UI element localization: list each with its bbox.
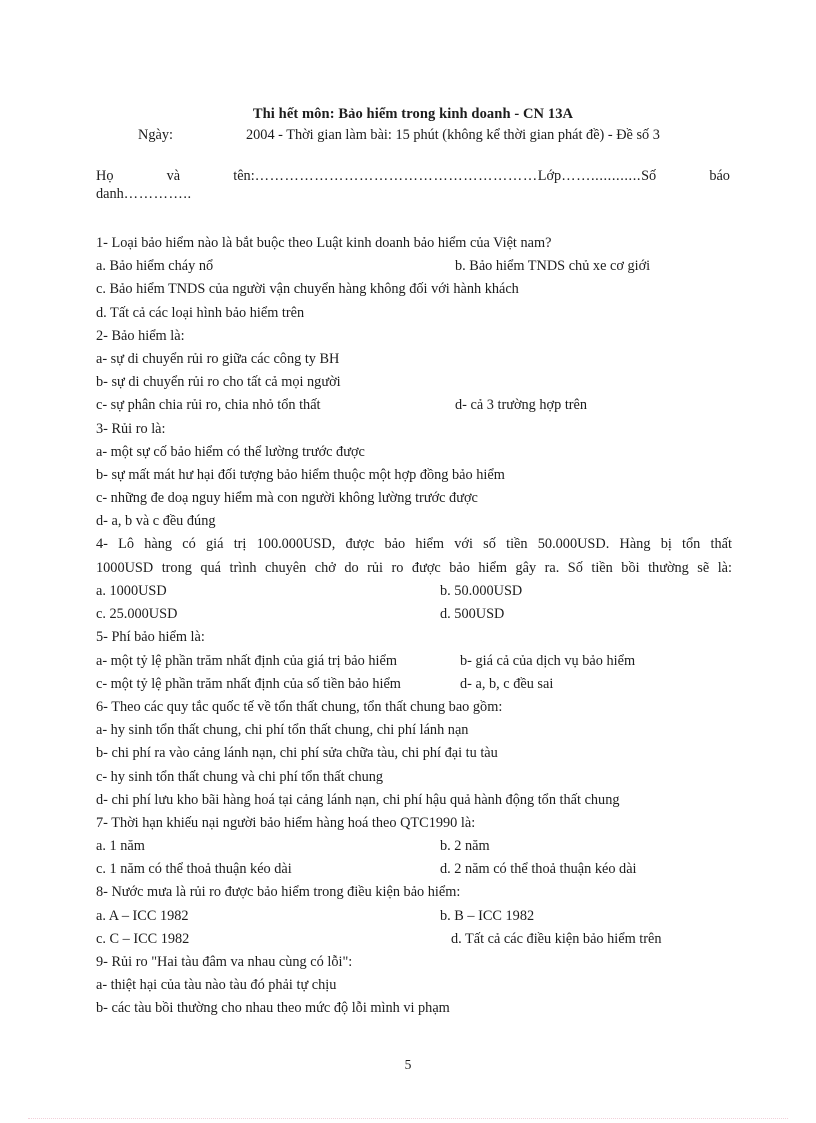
question-7-stem: 7- Thời hạn khiếu nại người bảo hiểm hàn… (96, 814, 476, 831)
question-6-row-1: a- hy sinh tổn thất chung, chi phí tổn t… (96, 719, 732, 742)
option-7b[interactable]: b. 2 năm (440, 835, 490, 858)
option-6a[interactable]: a- hy sinh tổn thất chung, chi phí tổn t… (96, 722, 468, 738)
option-4b[interactable]: b. 50.000USD (440, 580, 522, 603)
date-details: 2004 - Thời gian làm bài: 15 phút (không… (246, 127, 660, 143)
class-dot-leader: ……............ (561, 168, 642, 184)
question-7-row-2: c. 1 năm có thể thoả thuận kéo dài d. 2 … (96, 858, 732, 881)
question-6-row-4: d- chi phí lưu kho bãi hàng hoá tại cảng… (96, 789, 732, 812)
option-9a[interactable]: a- thiệt hại của tàu nào tàu đó phải tự … (96, 977, 336, 993)
question-4-stem-line-1: 4- Lô hàng có giá trị 100.000USD, được b… (96, 536, 732, 553)
question-9-row-1: a- thiệt hại của tàu nào tàu đó phải tự … (96, 974, 732, 997)
question-9-row-2: b- các tàu bồi thường cho nhau theo mức … (96, 997, 732, 1020)
option-6d[interactable]: d- chi phí lưu kho bãi hàng hoá tại cảng… (96, 792, 620, 808)
question-1-row-1: a. Bảo hiểm cháy nổ b. Bảo hiểm TNDS chủ… (96, 255, 732, 278)
exam-title: Thi hết môn: Bảo hiểm trong kinh doanh -… (252, 106, 574, 122)
question-3-row-4: d- a, b và c đều đúng (96, 510, 732, 533)
option-4d[interactable]: d. 500USD (440, 603, 504, 626)
question-2-row-3: c- sự phân chia rủi ro, chia nhỏ tổn thấ… (96, 394, 732, 417)
option-1b[interactable]: b. Bảo hiểm TNDS chủ xe cơ giới (455, 255, 650, 278)
so-label: Số (641, 168, 657, 184)
option-7c[interactable]: c. 1 năm có thể thoả thuận kéo dài (96, 861, 292, 877)
va-label: và (166, 168, 181, 184)
question-1-stem: 1- Loại bảo hiểm nào là bắt buộc theo Lu… (96, 235, 552, 251)
question-3-row-2: b- sự mất mát hư hại đối tượng bảo hiểm … (96, 464, 732, 487)
option-4c[interactable]: c. 25.000USD (96, 606, 177, 622)
option-5b[interactable]: b- giá cả của dịch vụ bảo hiểm (460, 650, 635, 673)
question-1-row-2: c. Bảo hiểm TNDS của người vận chuyển hà… (96, 278, 732, 301)
option-7a[interactable]: a. 1 năm (96, 838, 145, 854)
name-field[interactable]: tên:…………………………………………………Lớp……............… (233, 168, 656, 185)
option-5a[interactable]: a- một tỷ lệ phần trăm nhất định của giá… (96, 653, 397, 669)
option-8a[interactable]: a. A – ICC 1982 (96, 908, 189, 924)
question-4-row-2: c. 25.000USD d. 500USD (96, 603, 732, 626)
option-9b[interactable]: b- các tàu bồi thường cho nhau theo mức … (96, 1000, 450, 1016)
question-8-stem: 8- Nước mưa là rủi ro được bảo hiểm tron… (96, 884, 461, 901)
option-4a[interactable]: a. 1000USD (96, 583, 167, 599)
lop-label: Lớp (537, 168, 562, 184)
option-3b[interactable]: b- sự mất mát hư hại đối tượng bảo hiểm … (96, 467, 505, 483)
question-8-row-2: c. C – ICC 1982 d. Tất cả các điều kiện … (96, 928, 732, 951)
question-2-row-1: a- sự di chuyển rủi ro giữa các công ty … (96, 348, 732, 371)
question-6-stem: 6- Theo các quy tắc quốc tế về tổn thất … (96, 698, 503, 715)
page-number: 5 (404, 1057, 412, 1072)
exam-header: Thi hết môn: Bảo hiểm trong kinh doanh -… (96, 106, 730, 144)
question-7-row-1: a. 1 năm b. 2 năm (96, 835, 732, 858)
option-3c[interactable]: c- những đe doạ nguy hiểm mà con người k… (96, 490, 478, 506)
question-5-row-2: c- một tỷ lệ phần trăm nhất định của số … (96, 673, 732, 696)
document-page: Thi hết môn: Bảo hiểm trong kinh doanh -… (0, 0, 816, 1123)
question-3-stem: 3- Rủi ro là: (96, 420, 166, 437)
danh-dot-leader: ………….. (123, 186, 192, 202)
question-8-row-1: a. A – ICC 1982 b. B – ICC 1982 (96, 905, 732, 928)
student-info-block: Họ và tên:…………………………………………………Lớp……......… (96, 168, 730, 203)
option-2a[interactable]: a- sự di chuyển rủi ro giữa các công ty … (96, 351, 339, 367)
option-7d[interactable]: d. 2 năm có thể thoả thuận kéo dài (440, 858, 637, 881)
question-3-row-1: a- một sự cố bảo hiểm có thể lường trước… (96, 441, 732, 464)
student-info-line-1: Họ và tên:…………………………………………………Lớp……......… (96, 168, 730, 185)
question-4-row-1: a. 1000USD b. 50.000USD (96, 580, 732, 603)
option-5c[interactable]: c- một tỷ lệ phần trăm nhất định của số … (96, 676, 401, 692)
option-8b[interactable]: b. B – ICC 1982 (440, 905, 534, 928)
question-6-row-3: c- hy sinh tổn thất chung và chi phí tổn… (96, 766, 732, 789)
option-1a[interactable]: a. Bảo hiểm cháy nổ (96, 258, 213, 274)
danh-label: danh (96, 186, 124, 202)
page-bottom-divider (28, 1118, 788, 1120)
option-2c[interactable]: c- sự phân chia rủi ro, chia nhỏ tổn thấ… (96, 397, 321, 413)
question-3-row-3: c- những đe doạ nguy hiểm mà con người k… (96, 487, 732, 510)
option-6b[interactable]: b- chi phí ra vào cảng lánh nạn, chi phí… (96, 745, 498, 761)
question-2-row-2: b- sự di chuyển rủi ro cho tất cả mọi ng… (96, 371, 732, 394)
option-3d[interactable]: d- a, b và c đều đúng (96, 513, 216, 529)
option-1d[interactable]: d. Tất cả các loại hình bảo hiểm trên (96, 305, 304, 321)
option-3a[interactable]: a- một sự cố bảo hiểm có thể lường trước… (96, 444, 365, 460)
option-6c[interactable]: c- hy sinh tổn thất chung và chi phí tổn… (96, 769, 383, 785)
bao-label: báo (709, 168, 730, 184)
option-1c[interactable]: c. Bảo hiểm TNDS của người vận chuyển hà… (96, 281, 519, 297)
question-list: 1- Loại bảo hiểm nào là bắt buộc theo Lu… (96, 232, 732, 1021)
option-2d[interactable]: d- cả 3 trường hợp trên (455, 394, 587, 417)
ten-label: tên: (233, 168, 255, 184)
ho-label: Họ (96, 168, 114, 184)
option-2b[interactable]: b- sự di chuyển rủi ro cho tất cả mọi ng… (96, 374, 341, 390)
question-5-row-1: a- một tỷ lệ phần trăm nhất định của giá… (96, 650, 732, 673)
question-2-stem: 2- Bảo hiểm là: (96, 327, 185, 344)
name-dot-leader: ………………………………………………… (254, 168, 538, 184)
question-1-row-3: d. Tất cả các loại hình bảo hiểm trên (96, 302, 732, 325)
date-label: Ngày: (138, 127, 173, 143)
option-8d[interactable]: d. Tất cả các điều kiện bảo hiểm trên (451, 928, 662, 951)
option-5d[interactable]: d- a, b, c đều sai (460, 673, 553, 696)
question-6-row-2: b- chi phí ra vào cảng lánh nạn, chi phí… (96, 742, 732, 765)
question-4-stem-line-2: 1000USD trong quá trình chuyên chở do rủ… (96, 559, 732, 576)
student-info-line-2[interactable]: danh………….. (96, 186, 730, 203)
exam-date-line: Ngày: 2004 - Thời gian làm bài: 15 phút … (96, 127, 730, 144)
question-5-stem: 5- Phí bảo hiểm là: (96, 629, 205, 646)
option-8c[interactable]: c. C – ICC 1982 (96, 931, 189, 947)
question-9-stem: 9- Rủi ro "Hai tàu đâm va nhau cùng có l… (96, 954, 353, 971)
